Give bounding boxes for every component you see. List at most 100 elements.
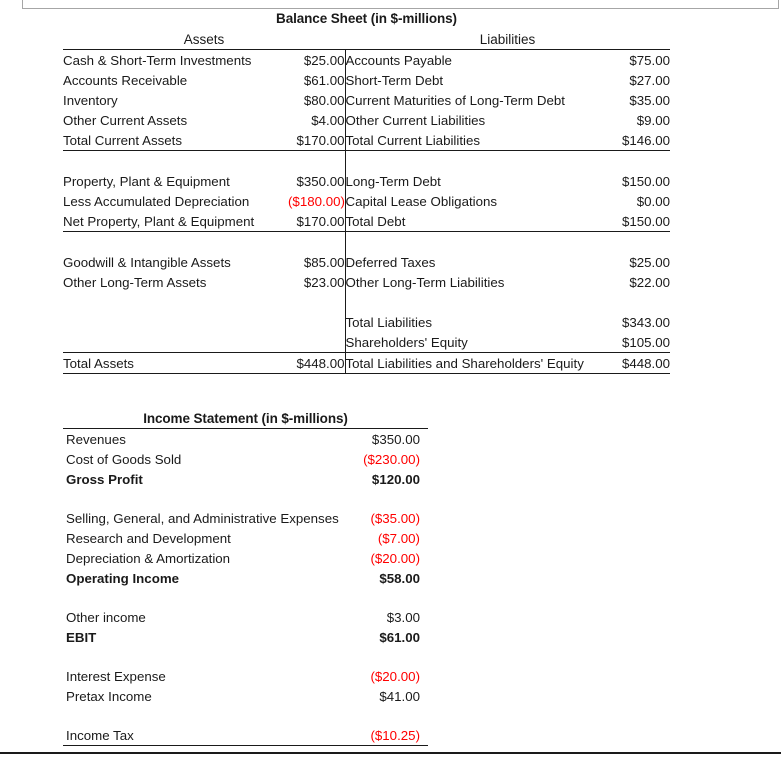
table-row[interactable]: Income Tax ($10.25) bbox=[63, 725, 428, 746]
spacer-row bbox=[63, 231, 670, 252]
table-row-total[interactable]: Net Property, Plant & Equipment $170.00 … bbox=[63, 211, 671, 232]
row-label: Selling, General, and Administrative Exp… bbox=[66, 510, 339, 526]
row-label: Income Tax bbox=[63, 725, 333, 746]
row-value: $170.00 bbox=[288, 211, 346, 232]
row-label: Deferred Taxes bbox=[344, 252, 606, 272]
table-row[interactable]: Research and Development ($7.00) bbox=[63, 528, 428, 548]
table-row[interactable]: Goodwill & Intangible Assets $85.00 Defe… bbox=[63, 252, 670, 272]
row-value: $120.00 bbox=[371, 471, 420, 487]
row-label: Research and Development bbox=[66, 530, 231, 546]
row-value: $22.00 bbox=[629, 274, 671, 290]
row-value: $4.00 bbox=[311, 112, 345, 128]
income-statement-table: Revenues $350.00 Cost of Goods Sold ($23… bbox=[63, 429, 428, 746]
spacer-row bbox=[63, 292, 670, 312]
income-statement-block: Income Statement (in $-millions) Revenue… bbox=[63, 411, 428, 746]
row-label: Inventory bbox=[63, 92, 118, 108]
row-label bbox=[63, 312, 288, 332]
row-value: $25.00 bbox=[288, 49, 346, 70]
row-value: $448.00 bbox=[288, 352, 346, 374]
row-value: $448.00 bbox=[605, 352, 671, 374]
table-row-total[interactable]: Operating Income $58.00 bbox=[63, 568, 428, 588]
row-label: Total Debt bbox=[344, 211, 606, 232]
row-value: $23.00 bbox=[303, 274, 345, 290]
row-value: ($10.25) bbox=[333, 725, 428, 746]
table-row[interactable]: Accounts Receivable $61.00 Short-Term De… bbox=[63, 70, 670, 90]
row-value: $61.00 bbox=[379, 629, 420, 645]
row-label: EBIT bbox=[66, 629, 97, 645]
row-label: Current Maturities of Long-Term Debt bbox=[344, 90, 606, 110]
row-value: $25.00 bbox=[629, 254, 671, 270]
row-value: $0.00 bbox=[636, 193, 671, 209]
table-row[interactable]: Cost of Goods Sold ($230.00) bbox=[63, 449, 428, 469]
row-value bbox=[288, 332, 346, 353]
table-row-total[interactable]: Gross Profit $120.00 bbox=[63, 469, 428, 489]
table-row-total[interactable]: EBIT $61.00 bbox=[63, 627, 428, 647]
row-value: $350.00 bbox=[371, 431, 420, 447]
row-label: Depreciation & Amortization bbox=[66, 550, 231, 566]
row-value: $343.00 bbox=[621, 314, 671, 330]
spacer-row bbox=[63, 588, 428, 607]
row-label: Total Current Liabilities bbox=[344, 130, 606, 151]
table-row[interactable]: Property, Plant & Equipment $350.00 Long… bbox=[63, 171, 670, 191]
table-row[interactable]: Interest Expense ($20.00) bbox=[63, 666, 428, 686]
row-value: $150.00 bbox=[605, 211, 671, 232]
row-label: Accounts Payable bbox=[344, 49, 606, 70]
table-row-grand-total[interactable]: Total Assets $448.00 Total Liabilities a… bbox=[63, 352, 671, 374]
page-top-frame bbox=[22, 0, 779, 9]
table-row[interactable]: Other income $3.00 bbox=[63, 607, 428, 627]
row-label: Shareholders' Equity bbox=[344, 332, 606, 353]
table-row-total[interactable]: Shareholders' Equity $105.00 bbox=[63, 332, 671, 353]
row-value: ($35.00) bbox=[370, 510, 420, 526]
row-value: $61.00 bbox=[303, 72, 345, 88]
row-value: ($230.00) bbox=[363, 451, 420, 467]
row-label: Cash & Short-Term Investments bbox=[63, 49, 288, 70]
row-label: Total Assets bbox=[63, 352, 288, 374]
assets-header: Assets bbox=[183, 31, 225, 47]
row-value: $75.00 bbox=[605, 49, 671, 70]
row-value: ($20.00) bbox=[370, 550, 420, 566]
table-row[interactable]: Revenues $350.00 bbox=[63, 429, 428, 449]
row-label: Other Long-Term Liabilities bbox=[344, 272, 606, 292]
row-label: Interest Expense bbox=[66, 668, 166, 684]
table-row[interactable]: Inventory $80.00 Current Maturities of L… bbox=[63, 90, 670, 110]
table-row[interactable]: Pretax Income $41.00 bbox=[63, 686, 428, 706]
row-value: $350.00 bbox=[296, 173, 345, 189]
row-value: $41.00 bbox=[379, 688, 420, 704]
spacer-row bbox=[63, 489, 428, 508]
row-value: ($7.00) bbox=[377, 530, 420, 546]
table-row[interactable]: Less Accumulated Depreciation ($180.00) … bbox=[63, 191, 670, 211]
table-row[interactable]: Selling, General, and Administrative Exp… bbox=[63, 508, 428, 528]
row-label: Cost of Goods Sold bbox=[66, 451, 182, 467]
row-label: Less Accumulated Depreciation bbox=[63, 193, 250, 209]
row-label: Revenues bbox=[66, 431, 126, 447]
row-label: Other Long-Term Assets bbox=[63, 274, 207, 290]
row-value: $35.00 bbox=[629, 92, 671, 108]
page-bottom-rule bbox=[0, 752, 781, 754]
row-label: Long-Term Debt bbox=[344, 171, 606, 191]
table-row[interactable]: Depreciation & Amortization ($20.00) bbox=[63, 548, 428, 568]
row-value: $105.00 bbox=[605, 332, 671, 353]
row-label: Goodwill & Intangible Assets bbox=[63, 254, 231, 270]
row-label: Other income bbox=[66, 609, 146, 625]
row-value: $150.00 bbox=[621, 173, 671, 189]
liabilities-header: Liabilities bbox=[479, 31, 536, 47]
row-value: $80.00 bbox=[303, 92, 345, 108]
spacer-row bbox=[63, 647, 428, 666]
balance-sheet-section-headers: Assets Liabilities bbox=[63, 29, 670, 50]
row-label: Short-Term Debt bbox=[344, 70, 606, 90]
table-row[interactable]: Other Long-Term Assets $23.00 Other Long… bbox=[63, 272, 670, 292]
table-row[interactable]: Other Current Assets $4.00 Other Current… bbox=[63, 110, 670, 130]
table-row[interactable]: Cash & Short-Term Investments $25.00 Acc… bbox=[63, 49, 671, 70]
row-label: Total Liabilities and Shareholders' Equi… bbox=[344, 352, 606, 374]
income-statement-title: Income Statement (in $-millions) bbox=[63, 411, 428, 429]
row-value: $170.00 bbox=[288, 130, 346, 151]
table-row-total[interactable]: Total Current Assets $170.00 Total Curre… bbox=[63, 130, 671, 151]
balance-sheet-title: Balance Sheet (in $-millions) bbox=[276, 11, 457, 26]
row-label: Operating Income bbox=[66, 570, 180, 586]
row-value: ($20.00) bbox=[370, 668, 420, 684]
row-value: $58.00 bbox=[379, 570, 420, 586]
balance-sheet-table: Assets Liabilities Cash & Short-Term Inv… bbox=[63, 29, 671, 374]
row-value: $146.00 bbox=[605, 130, 671, 151]
table-row-total[interactable]: Total Liabilities $343.00 bbox=[63, 312, 670, 332]
row-label: Property, Plant & Equipment bbox=[63, 173, 230, 189]
